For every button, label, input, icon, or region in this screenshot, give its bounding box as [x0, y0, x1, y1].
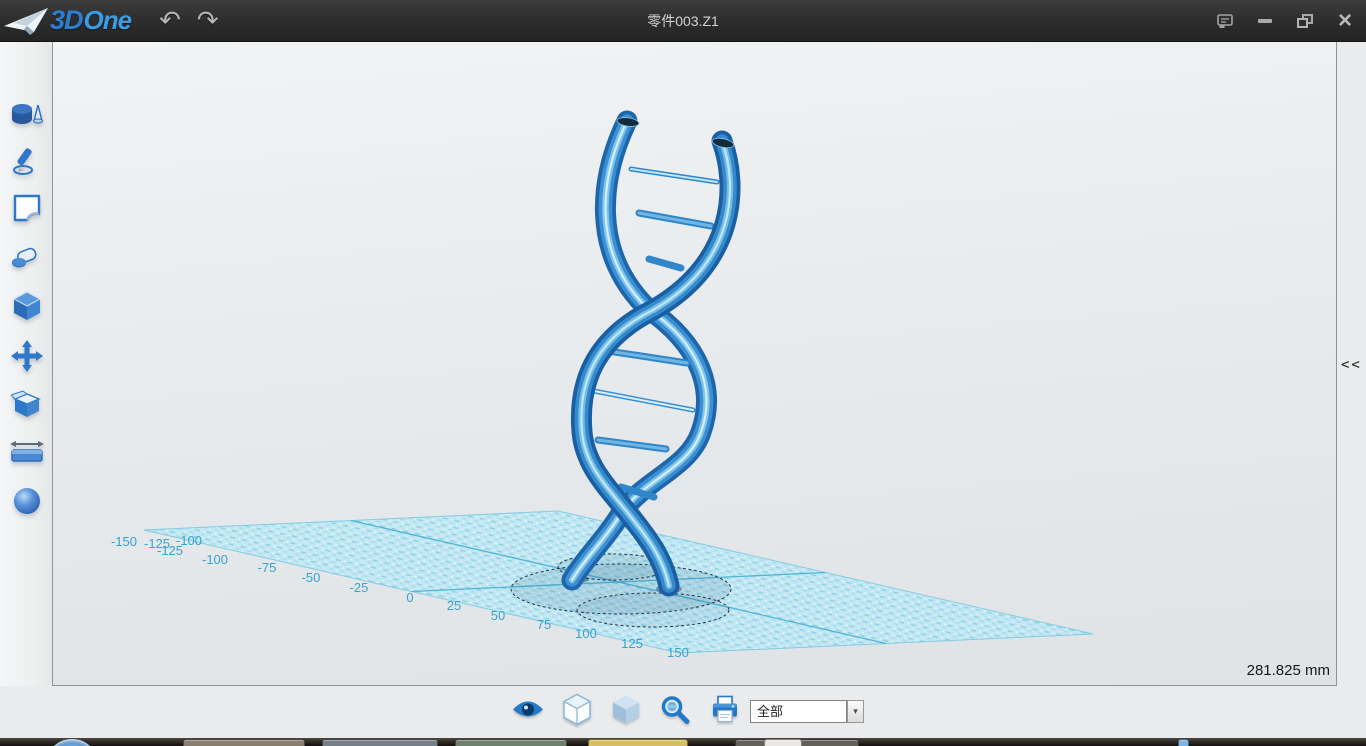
solid-block-icon[interactable] — [10, 286, 44, 326]
windows-taskbar — [0, 738, 1366, 746]
visibility-eye-icon[interactable] — [511, 699, 545, 726]
brand-text-3d: 3D — [50, 5, 83, 36]
dna-model-scene — [53, 42, 1337, 686]
app-logo: 3D One — [4, 5, 131, 36]
right-panel-strip: << — [1337, 42, 1366, 686]
sweep-feature-icon[interactable] — [10, 238, 44, 278]
titlebar: 3D One ↶ ↷ 零件003.Z1 × — [0, 0, 1366, 42]
close-icon: × — [1338, 11, 1352, 31]
zoom-search-icon[interactable] — [660, 695, 690, 730]
feedback-display-icon[interactable] — [1212, 8, 1238, 34]
sketch-plane-icon[interactable] — [10, 188, 44, 228]
taskbar-app-button[interactable] — [322, 739, 438, 746]
viewport-3d[interactable]: -150-125-100-75-50-250255075100125150 -1… — [52, 42, 1337, 686]
measure-icon[interactable] — [10, 432, 44, 472]
close-button[interactable]: × — [1332, 8, 1358, 34]
primitive-solids-icon[interactable] — [10, 92, 44, 132]
sketch-draw-icon[interactable] — [10, 140, 44, 180]
redo-icon[interactable]: ↷ — [197, 8, 219, 34]
paper-plane-icon — [4, 6, 50, 36]
chevron-down-icon: ▾ — [853, 707, 858, 717]
brand-text-one: One — [84, 5, 132, 36]
3done-window: 3D One ↶ ↷ 零件003.Z1 × — [0, 0, 1366, 746]
restore-button[interactable] — [1292, 8, 1318, 34]
panel-collapse-handle[interactable]: << — [1341, 357, 1362, 373]
display-filter-dropdown[interactable]: 全部 — [750, 700, 847, 723]
taskbar-app-button[interactable] — [764, 739, 802, 746]
view-toolbar: 全部 ▾ — [0, 686, 1366, 738]
dropdown-arrow-button[interactable]: ▾ — [847, 700, 864, 723]
shaded-view-icon[interactable] — [611, 694, 641, 731]
wireframe-view-icon[interactable] — [562, 694, 592, 731]
taskbar-app-button[interactable] — [588, 739, 688, 746]
start-orb[interactable] — [45, 739, 99, 746]
tool-sidebar — [0, 42, 52, 686]
material-render-icon[interactable] — [10, 481, 44, 521]
taskbar-app-button[interactable] — [1178, 739, 1189, 746]
undo-icon[interactable]: ↶ — [159, 8, 181, 34]
print-icon[interactable] — [710, 695, 740, 730]
move-transform-icon[interactable] — [10, 336, 44, 376]
taskbar-app-button[interactable] — [455, 739, 567, 746]
combine-box-icon[interactable] — [10, 384, 44, 424]
taskbar-app-button[interactable] — [183, 739, 305, 746]
minimize-button[interactable] — [1252, 8, 1278, 34]
dimension-readout: 281.825 mm — [1247, 662, 1330, 679]
